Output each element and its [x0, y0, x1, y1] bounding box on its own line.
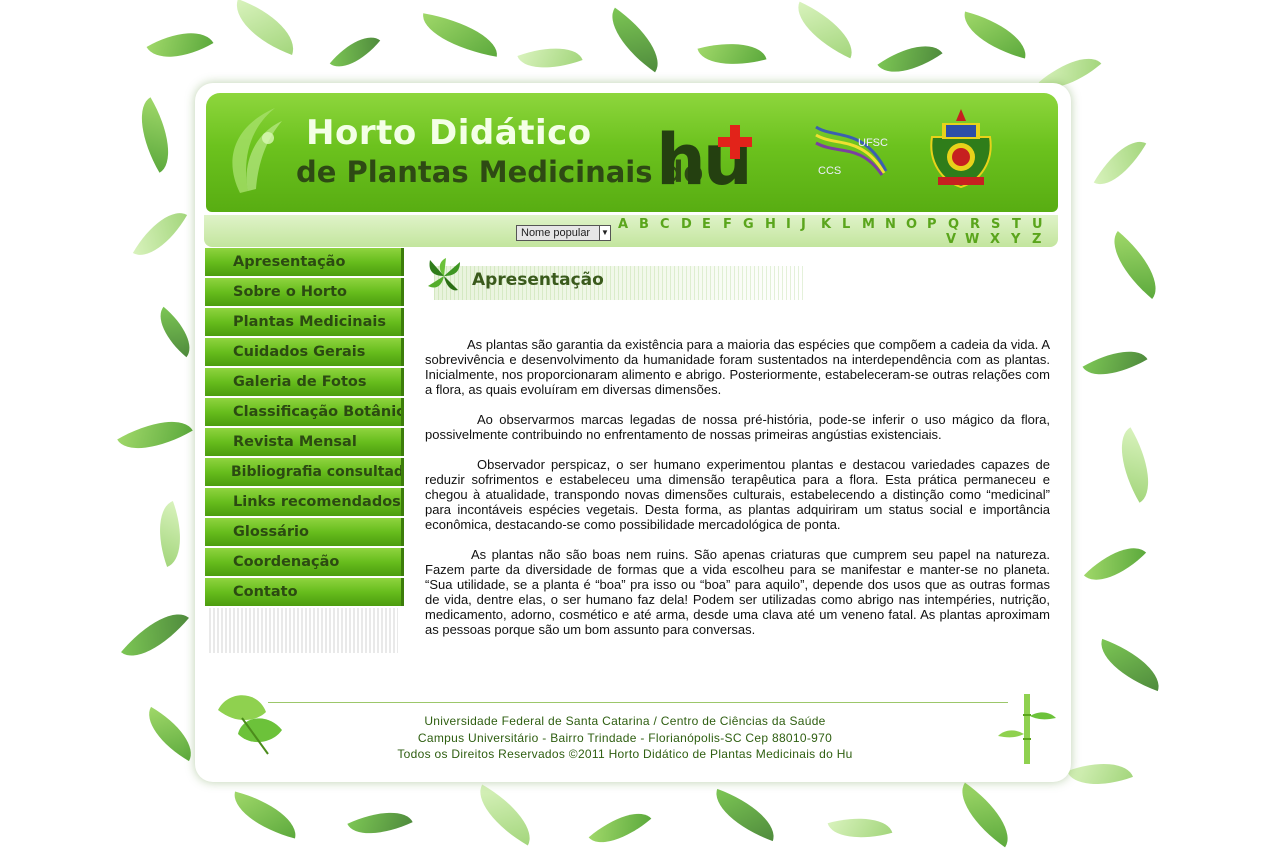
- nav-item-coordenacao[interactable]: Coordenação: [205, 548, 404, 576]
- letter-link[interactable]: X: [990, 232, 1000, 247]
- letter-link[interactable]: M: [862, 217, 875, 232]
- ginkgo-leaf-icon: [218, 695, 282, 755]
- letter-link[interactable]: O: [906, 217, 917, 232]
- letter-link[interactable]: T: [1012, 217, 1021, 232]
- letter-link[interactable]: J: [801, 217, 806, 232]
- sidebar-nav: Apresentação Sobre o Horto Plantas Medic…: [205, 248, 404, 653]
- letter-link[interactable]: U: [1032, 217, 1043, 232]
- content-paragraph: As plantas são garantia da existência pa…: [425, 337, 1050, 397]
- letter-link[interactable]: Z: [1032, 232, 1041, 247]
- letter-link[interactable]: Y: [1011, 232, 1020, 247]
- letter-link[interactable]: N: [885, 217, 896, 232]
- nav-item-apresentacao[interactable]: Apresentação: [205, 248, 404, 276]
- chevron-down-icon: ▼: [599, 226, 610, 240]
- alphabet-search-bar: Nome popular ▼ A B C D E F G H I J K L M…: [204, 215, 1058, 247]
- nav-item-cuidados-gerais[interactable]: Cuidados Gerais: [205, 338, 404, 366]
- letter-link[interactable]: D: [681, 217, 692, 232]
- letter-link[interactable]: I: [786, 217, 791, 232]
- site-title-line2: de Plantas Medicinais do: [296, 155, 704, 189]
- footer-line-3: Todos os Direitos Reservados ©2011 Horto…: [397, 747, 853, 761]
- content-paragraph: Observador perspicaz, o ser humano exper…: [425, 457, 1050, 532]
- nav-item-bibliografia[interactable]: Bibliografia consultada: [205, 458, 404, 486]
- nav-item-links-recomendados[interactable]: Links recomendados: [205, 488, 404, 516]
- letter-link[interactable]: E: [702, 217, 711, 232]
- letter-link[interactable]: R: [970, 217, 980, 232]
- site-title-line1: Horto Didático: [306, 113, 592, 153]
- letter-link[interactable]: C: [660, 217, 670, 232]
- main-content: As plantas são garantia da existência pa…: [425, 337, 1050, 652]
- letter-link[interactable]: G: [743, 217, 754, 232]
- footer-line-2: Campus Universitário - Bairro Trindade -…: [417, 730, 833, 745]
- footer-line-1: Universidade Federal de Santa Catarina /…: [424, 714, 826, 728]
- leaf-swoosh-logo-icon: [232, 108, 282, 193]
- nav-item-plantas-medicinais[interactable]: Plantas Medicinais: [205, 308, 404, 336]
- letter-link[interactable]: S: [991, 217, 1000, 232]
- letter-link[interactable]: A: [618, 217, 628, 232]
- search-type-select-value: Nome popular: [521, 227, 591, 239]
- ccs-label: CCS: [818, 165, 842, 177]
- nav-item-galeria-de-fotos[interactable]: Galeria de Fotos: [205, 368, 404, 396]
- site-header: Horto Didático de Plantas Medicinais do …: [206, 93, 1058, 212]
- letter-link[interactable]: V: [946, 232, 956, 247]
- leaf-cluster-icon: [428, 258, 460, 291]
- nav-item-glossario[interactable]: Glossário: [205, 518, 404, 546]
- nav-item-revista-mensal[interactable]: Revista Mensal: [205, 428, 404, 456]
- letter-link[interactable]: W: [965, 232, 979, 247]
- nav-item-classificacao-botanica[interactable]: Classificação Botânica: [205, 398, 404, 426]
- letter-link[interactable]: Q: [948, 217, 959, 232]
- letter-link[interactable]: P: [927, 217, 937, 232]
- nav-item-contato[interactable]: Contato: [205, 578, 404, 606]
- nav-decoration: [209, 608, 398, 653]
- letter-link[interactable]: B: [639, 217, 649, 232]
- letter-link[interactable]: H: [765, 217, 776, 232]
- search-type-select[interactable]: Nome popular ▼: [516, 225, 611, 241]
- site-footer: Universidade Federal de Santa Catarina /…: [360, 713, 890, 763]
- footer-divider: [268, 702, 1008, 703]
- nav-item-sobre-o-horto[interactable]: Sobre o Horto: [205, 278, 404, 306]
- bamboo-icon: [998, 694, 1056, 764]
- letter-link[interactable]: L: [842, 217, 850, 232]
- ufsc-ccs-logo: UFSC CCS: [814, 121, 894, 181]
- content-paragraph: As plantas não são boas nem ruins. São a…: [425, 547, 1050, 637]
- content-paragraph: Ao observarmos marcas legadas de nossa p…: [425, 412, 1050, 442]
- letter-link[interactable]: F: [723, 217, 732, 232]
- red-cross-icon: [718, 125, 752, 159]
- letter-link[interactable]: K: [821, 217, 831, 232]
- section-header: Apresentação: [424, 256, 804, 302]
- section-title: Apresentação: [472, 270, 604, 290]
- university-crest-icon: [930, 109, 992, 189]
- ufsc-label: UFSC: [858, 137, 888, 149]
